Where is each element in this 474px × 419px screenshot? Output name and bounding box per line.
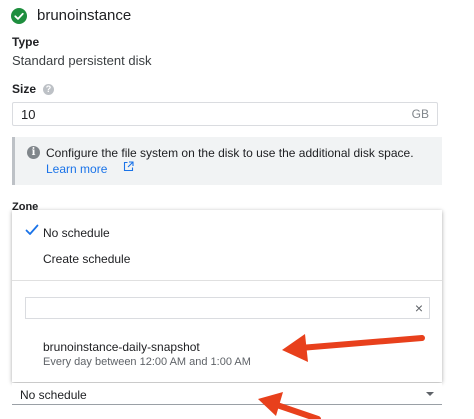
menu-item-no-schedule[interactable]: No schedule bbox=[12, 220, 442, 246]
instance-header: brunoinstance bbox=[11, 7, 131, 24]
info-icon: i bbox=[27, 146, 40, 159]
snapshot-schedule-description: Every day between 12:00 AM and 1:00 AM bbox=[43, 356, 251, 368]
external-link-icon[interactable] bbox=[123, 161, 134, 172]
menu-item-create-schedule[interactable]: Create schedule bbox=[12, 246, 442, 272]
menu-item-label: Create schedule bbox=[43, 252, 131, 266]
schedule-dropdown-menu: No schedule Create schedule × brunoinsta… bbox=[12, 210, 442, 382]
snapshot-schedule-name: brunoinstance-daily-snapshot bbox=[43, 340, 200, 354]
size-label-row: Size? bbox=[12, 82, 55, 96]
menu-item-label: No schedule bbox=[43, 226, 110, 240]
size-label: Size bbox=[12, 82, 37, 96]
help-icon[interactable]: ? bbox=[43, 84, 55, 95]
snapshot-schedule-select[interactable]: No schedule bbox=[12, 383, 442, 405]
type-label: Type bbox=[12, 35, 40, 49]
check-circle-icon bbox=[11, 7, 27, 24]
schedule-select-value: No schedule bbox=[20, 388, 87, 402]
size-value[interactable]: 10 bbox=[21, 107, 412, 122]
learn-more-link[interactable]: Learn more bbox=[46, 162, 107, 176]
instance-name: brunoinstance bbox=[37, 7, 132, 24]
schedule-filter-input[interactable]: × bbox=[25, 297, 430, 319]
dropdown-arrow-icon[interactable] bbox=[426, 392, 434, 396]
menu-divider bbox=[12, 280, 442, 281]
size-unit: GB bbox=[411, 107, 429, 121]
clear-icon[interactable]: × bbox=[415, 301, 423, 315]
info-message: Configure the file system on the disk to… bbox=[46, 146, 414, 160]
info-box: i Configure the file system on the disk … bbox=[12, 137, 442, 185]
size-input[interactable]: 10 GB bbox=[12, 102, 438, 126]
check-mark-icon bbox=[25, 224, 39, 235]
type-value: Standard persistent disk bbox=[12, 53, 152, 68]
